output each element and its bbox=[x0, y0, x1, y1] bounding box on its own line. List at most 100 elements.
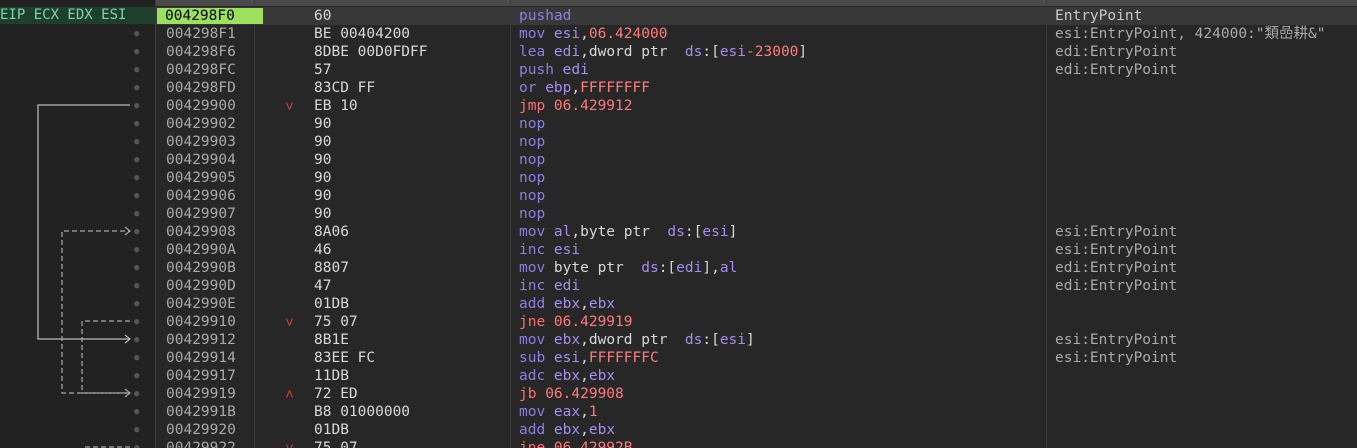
instruction-row[interactable]: 00429910 ˅ 75 07 jne 06.429919 bbox=[155, 313, 1357, 331]
row-bytes: 8DBE 00D0FDFF bbox=[314, 44, 428, 60]
instruction-row[interactable]: 00429922 ˅ 75 07 jne 06.42992B bbox=[155, 439, 1357, 448]
instruction-row[interactable]: 004298F1 BE 00404200 mov esi,06.424000 esi:… bbox=[155, 25, 1357, 43]
breakpoint-dot-icon[interactable]: ● bbox=[134, 295, 139, 313]
instruction-row[interactable]: 004298F0 60 pushad EntryPoint bbox=[155, 7, 1357, 25]
breakpoint-dot-icon[interactable]: ● bbox=[134, 331, 139, 349]
instr-token: ebx bbox=[553, 422, 581, 438]
row-bytes: 47 bbox=[314, 278, 332, 294]
instr-token: , bbox=[580, 296, 589, 312]
instr-token: inc bbox=[519, 278, 554, 294]
row-address: 0042990E bbox=[166, 296, 236, 312]
instruction-row[interactable]: 0042991B B8 01000000 mov eax,1 bbox=[155, 403, 1357, 421]
disassembly-view[interactable]: EIP ECX EDX ESI 004298F0 60 pushad EntryPoi… bbox=[0, 0, 1357, 448]
row-comment: edi:EntryPoint bbox=[1055, 62, 1178, 78]
instr-token: sub bbox=[519, 350, 554, 366]
row-address: 0042990A bbox=[166, 242, 236, 258]
breakpoint-dot-icon[interactable]: ● bbox=[134, 385, 139, 403]
instruction-row[interactable]: 0042990A 46 inc esi esi:EntryPoint bbox=[155, 241, 1357, 259]
instr-token: nop bbox=[519, 206, 546, 222]
instruction-row[interactable]: 0042990B 8807 mov byte ptr ds:[edi],al edi:… bbox=[155, 259, 1357, 277]
breakpoint-dot-icon[interactable]: ● bbox=[134, 241, 139, 259]
instruction-row[interactable]: 00429917 11DB adc ebx,ebx bbox=[155, 367, 1357, 385]
row-bytes: 75 07 bbox=[314, 440, 358, 448]
instruction-row[interactable]: 00429908 8A06 mov al,byte ptr ds:[esi] esi:… bbox=[155, 223, 1357, 241]
row-bytes: 90 bbox=[314, 170, 332, 186]
breakpoint-dot-icon[interactable]: ● bbox=[134, 223, 139, 241]
row-bytes: 57 bbox=[314, 62, 332, 78]
instr-token: FFFFFFFF bbox=[580, 80, 650, 96]
row-bytes: 90 bbox=[314, 206, 332, 222]
breakpoint-dot-icon[interactable]: ● bbox=[134, 151, 139, 169]
row-comment: esi:EntryPoint bbox=[1055, 332, 1178, 348]
row-instruction: add ebx,ebx bbox=[519, 295, 615, 313]
instruction-row[interactable]: 00429912 8B1E mov ebx,dword ptr ds:[esi] es… bbox=[155, 331, 1357, 349]
instruction-row[interactable]: 00429902 90 nop bbox=[155, 115, 1357, 133]
instruction-row[interactable]: 00429900 ˅ EB 10 jmp 06.429912 bbox=[155, 97, 1357, 115]
instr-token: -23000 bbox=[746, 44, 799, 60]
breakpoint-dot-icon[interactable]: ● bbox=[134, 187, 139, 205]
breakpoint-dot-icon[interactable]: ● bbox=[134, 421, 139, 439]
instruction-row[interactable]: 00429920 01DB add ebx,ebx bbox=[155, 421, 1357, 439]
jump-up-icon: ˄ bbox=[285, 385, 295, 403]
breakpoint-dot-icon[interactable]: ● bbox=[134, 169, 139, 187]
instr-token: ds bbox=[667, 224, 685, 240]
instr-token: edi bbox=[676, 260, 703, 276]
instruction-row[interactable]: 00429906 90 nop bbox=[155, 187, 1357, 205]
breakpoint-dot-icon[interactable]: ● bbox=[134, 403, 139, 421]
row-address: 00429906 bbox=[166, 188, 236, 204]
instruction-row[interactable]: 00429907 90 nop bbox=[155, 205, 1357, 223]
breakpoint-dot-icon[interactable]: ● bbox=[134, 61, 139, 79]
instruction-row[interactable]: 0042990D 47 inc edi edi:EntryPoint bbox=[155, 277, 1357, 295]
instr-token: 06.429919 bbox=[553, 314, 633, 330]
row-bytes: 01DB bbox=[314, 422, 349, 438]
instruction-row[interactable]: 004298FD 83CD FF or ebp,FFFFFFFF bbox=[155, 79, 1357, 97]
row-address: 00429902 bbox=[166, 116, 236, 132]
row-instruction: nop bbox=[519, 169, 545, 187]
instruction-row[interactable]: 00429904 90 nop bbox=[155, 151, 1357, 169]
instr-token: al bbox=[719, 260, 738, 276]
instr-token: , bbox=[580, 422, 589, 438]
row-address: 00429900 bbox=[166, 98, 236, 114]
instr-token: , bbox=[571, 80, 581, 96]
row-address: 00429908 bbox=[166, 224, 236, 240]
instr-token: esi bbox=[553, 350, 581, 366]
jump-down-icon: ˅ bbox=[285, 439, 295, 448]
instruction-row[interactable]: 0042990E 01DB add ebx,ebx bbox=[155, 295, 1357, 313]
breakpoint-dot-icon[interactable]: ● bbox=[134, 43, 139, 61]
instruction-row[interactable]: 00429914 83EE FC sub esi,FFFFFFFC esi:Entry… bbox=[155, 349, 1357, 367]
instr-token: 06.429912 bbox=[553, 98, 633, 114]
jump-arrow-jb bbox=[61, 226, 131, 394]
instruction-row[interactable]: 00429903 90 nop bbox=[155, 133, 1357, 151]
instr-token: mov bbox=[519, 260, 554, 276]
instr-token: jmp bbox=[519, 98, 554, 114]
row-instruction: jb 06.429908 bbox=[519, 385, 624, 403]
instr-token: ebx bbox=[553, 368, 581, 384]
breakpoint-dot-icon[interactable]: ● bbox=[134, 115, 139, 133]
breakpoint-dot-icon[interactable]: ● bbox=[134, 133, 139, 151]
instr-token: lea bbox=[519, 44, 554, 60]
instruction-row[interactable]: 00429919 ˄ 72 ED jb 06.429908 bbox=[155, 385, 1357, 403]
instr-token: add bbox=[519, 422, 554, 438]
instr-token: jb bbox=[519, 386, 546, 402]
instr-token: ] bbox=[728, 224, 738, 240]
jump-down-icon: ˅ bbox=[285, 313, 295, 331]
breakpoint-dot-icon[interactable]: ● bbox=[134, 367, 139, 385]
breakpoint-dot-icon[interactable]: ● bbox=[134, 205, 139, 223]
row-comment: edi:EntryPoint bbox=[1055, 260, 1178, 276]
instruction-row[interactable]: 00429905 90 nop bbox=[155, 169, 1357, 187]
instruction-row[interactable]: 004298F6 8DBE 00D0FDFF lea edi,dword ptr d… bbox=[155, 43, 1357, 61]
row-instruction: jne 06.42992B bbox=[519, 439, 633, 448]
breakpoint-dot-icon[interactable]: ● bbox=[134, 277, 139, 295]
breakpoint-dot-icon[interactable]: ● bbox=[134, 439, 139, 448]
breakpoint-dot-icon[interactable]: ● bbox=[134, 349, 139, 367]
row-address: 00429914 bbox=[166, 350, 236, 366]
breakpoint-dot-icon[interactable]: ● bbox=[134, 79, 139, 97]
row-instruction: nop bbox=[519, 187, 545, 205]
row-instruction: adc ebx,ebx bbox=[519, 367, 615, 385]
breakpoint-dot-icon[interactable]: ● bbox=[134, 25, 139, 43]
breakpoint-dot-icon[interactable]: ● bbox=[134, 97, 139, 115]
breakpoint-dot-icon[interactable]: ● bbox=[134, 259, 139, 277]
instruction-row[interactable]: 004298FC 57 push edi edi:EntryPoint bbox=[155, 61, 1357, 79]
row-comment: EntryPoint bbox=[1055, 8, 1143, 24]
breakpoint-dot-icon[interactable]: ● bbox=[134, 313, 139, 331]
